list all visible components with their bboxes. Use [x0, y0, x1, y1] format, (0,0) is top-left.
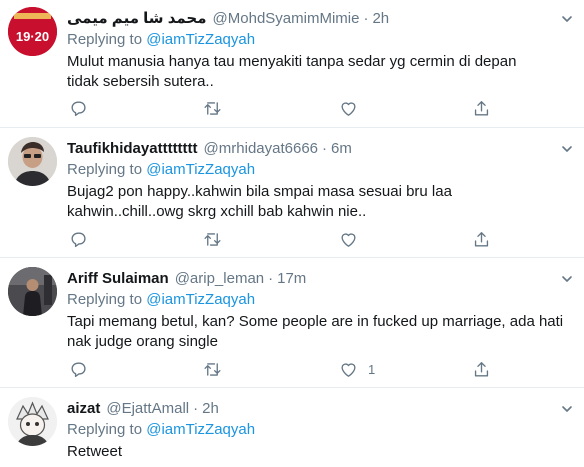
retweet-icon: [204, 101, 221, 115]
retweet-button[interactable]: [203, 358, 222, 380]
timestamp[interactable]: 2h: [372, 9, 389, 29]
like-count: 1: [368, 361, 376, 377]
avatar[interactable]: [8, 267, 57, 316]
avatar[interactable]: [8, 397, 57, 446]
retweet-button[interactable]: [203, 228, 222, 250]
separator-dot: ·: [268, 270, 274, 287]
share-icon: [474, 100, 489, 116]
like-icon: [341, 232, 356, 247]
chevron-down-icon[interactable]: [560, 272, 574, 286]
replying-to: Replying to @iamTizZaqyah: [67, 30, 574, 50]
separator-dot: ·: [322, 140, 328, 157]
tweet-2[interactable]: Taufikhidayatttttttt @mrhidayat6666 · 6m…: [0, 128, 584, 258]
replying-to-label: Replying to: [67, 291, 143, 308]
retweet-icon: [204, 232, 221, 246]
replying-to-label: Replying to: [67, 421, 143, 438]
like-icon: [341, 101, 356, 116]
like-icon: [341, 362, 356, 377]
tweet-header: محمد شا ميم ميمى @MohdSyamimMimie · 2h: [67, 8, 574, 30]
timestamp[interactable]: 17m: [277, 269, 306, 289]
tweet-1[interactable]: 19·20 محمد شا ميم ميمى @MohdSyamimMimie …: [0, 0, 584, 128]
like-button[interactable]: [339, 228, 368, 250]
tweet-4[interactable]: aizat @EjattAmall · 2h Replying to @iamT…: [0, 388, 584, 467]
replying-to-mention[interactable]: @iamTizZaqyah: [146, 31, 255, 48]
replying-to: Replying to @iamTizZaqyah: [67, 420, 574, 440]
share-button[interactable]: [472, 228, 491, 250]
tweet-text: Retweet: [67, 443, 123, 460]
display-name[interactable]: Ariff Sulaiman: [67, 269, 169, 289]
user-handle[interactable]: @EjattAmall: [106, 399, 189, 419]
reply-icon: [71, 100, 86, 116]
replying-to-mention[interactable]: @iamTizZaqyah: [146, 421, 255, 438]
tweet-actions: [67, 97, 574, 121]
reply-button[interactable]: [69, 358, 88, 380]
replying-to-mention[interactable]: @iamTizZaqyah: [146, 161, 255, 178]
chevron-down-icon[interactable]: [560, 142, 574, 156]
share-button[interactable]: [472, 358, 491, 380]
reply-icon: [71, 231, 86, 247]
user-handle[interactable]: @MohdSyamimMimie: [213, 9, 360, 29]
like-button[interactable]: 1: [339, 358, 375, 380]
tweet-text: Tapi memang betul, kan? Some people are …: [67, 313, 564, 350]
tweet-header: Taufikhidayatttttttt @mrhidayat6666 · 6m: [67, 138, 574, 160]
avatar[interactable]: [8, 137, 57, 186]
avatar-jersey-number: 19·20: [16, 29, 49, 44]
retweet-button[interactable]: [203, 97, 222, 119]
reply-button[interactable]: [69, 228, 88, 250]
tweet-actions: [67, 228, 574, 252]
share-icon: [474, 361, 489, 377]
user-handle[interactable]: @mrhidayat6666: [204, 139, 318, 159]
replying-to-label: Replying to: [67, 31, 143, 48]
reply-icon: [71, 361, 86, 377]
avatar[interactable]: 19·20: [8, 7, 57, 56]
reply-button[interactable]: [69, 97, 88, 119]
tweet-header: aizat @EjattAmall · 2h: [67, 398, 574, 420]
timestamp[interactable]: 2h: [202, 399, 219, 419]
separator-dot: ·: [363, 10, 369, 27]
tweet-actions: 1: [67, 358, 574, 382]
retweet-icon: [204, 362, 221, 376]
tweet-header: Ariff Sulaiman @arip_leman · 17m: [67, 268, 574, 290]
tweet-text: Bujag2 pon happy..kahwin bila smpai masa…: [67, 183, 452, 220]
display-name[interactable]: aizat: [67, 399, 100, 419]
chevron-down-icon[interactable]: [560, 12, 574, 26]
like-button[interactable]: [339, 97, 368, 119]
display-name[interactable]: Taufikhidayatttttttt: [67, 139, 198, 159]
replying-to: Replying to @iamTizZaqyah: [67, 290, 574, 310]
tweet-3[interactable]: Ariff Sulaiman @arip_leman · 17m Replyin…: [0, 258, 584, 388]
chevron-down-icon[interactable]: [560, 402, 574, 416]
tweet-text: Mulut manusia hanya tau menyakiti tanpa …: [67, 53, 517, 90]
display-name[interactable]: محمد شا ميم ميمى: [67, 9, 207, 29]
replying-to-mention[interactable]: @iamTizZaqyah: [146, 291, 255, 308]
replying-to: Replying to @iamTizZaqyah: [67, 160, 574, 180]
separator-dot: ·: [193, 400, 199, 417]
timestamp[interactable]: 6m: [331, 139, 352, 159]
share-button[interactable]: [472, 97, 491, 119]
user-handle[interactable]: @arip_leman: [175, 269, 264, 289]
replying-to-label: Replying to: [67, 161, 143, 178]
share-icon: [474, 231, 489, 247]
